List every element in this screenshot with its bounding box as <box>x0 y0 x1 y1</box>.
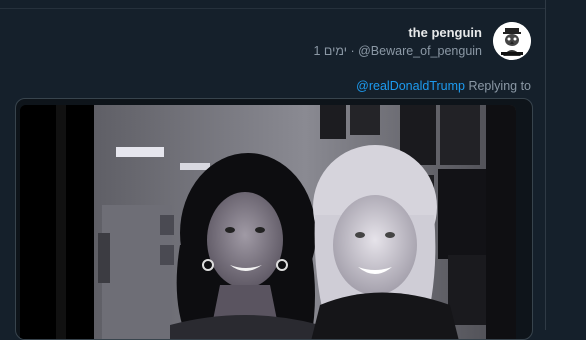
replying-to-label: Replying to <box>468 79 531 93</box>
display-name[interactable]: the penguin <box>408 25 482 40</box>
user-handle[interactable]: @Beware_of_penguin <box>358 44 482 58</box>
column-border <box>545 0 546 330</box>
tweet-media[interactable] <box>15 98 533 340</box>
avatar[interactable] <box>493 22 531 60</box>
meta-separator: · <box>350 44 355 58</box>
tweet-photo[interactable] <box>20 105 516 339</box>
photo-image <box>20 105 516 339</box>
tweet-meta: 1 ימים · @Beware_of_penguin <box>313 44 482 58</box>
replying-to-line: @realDonaldTrump Replying to <box>356 79 531 93</box>
reply-mention-link[interactable]: @realDonaldTrump <box>356 79 465 93</box>
top-background <box>0 0 586 20</box>
penguin-avatar-icon <box>493 22 531 60</box>
divider <box>0 8 545 9</box>
time-ago[interactable]: 1 ימים <box>313 44 347 58</box>
